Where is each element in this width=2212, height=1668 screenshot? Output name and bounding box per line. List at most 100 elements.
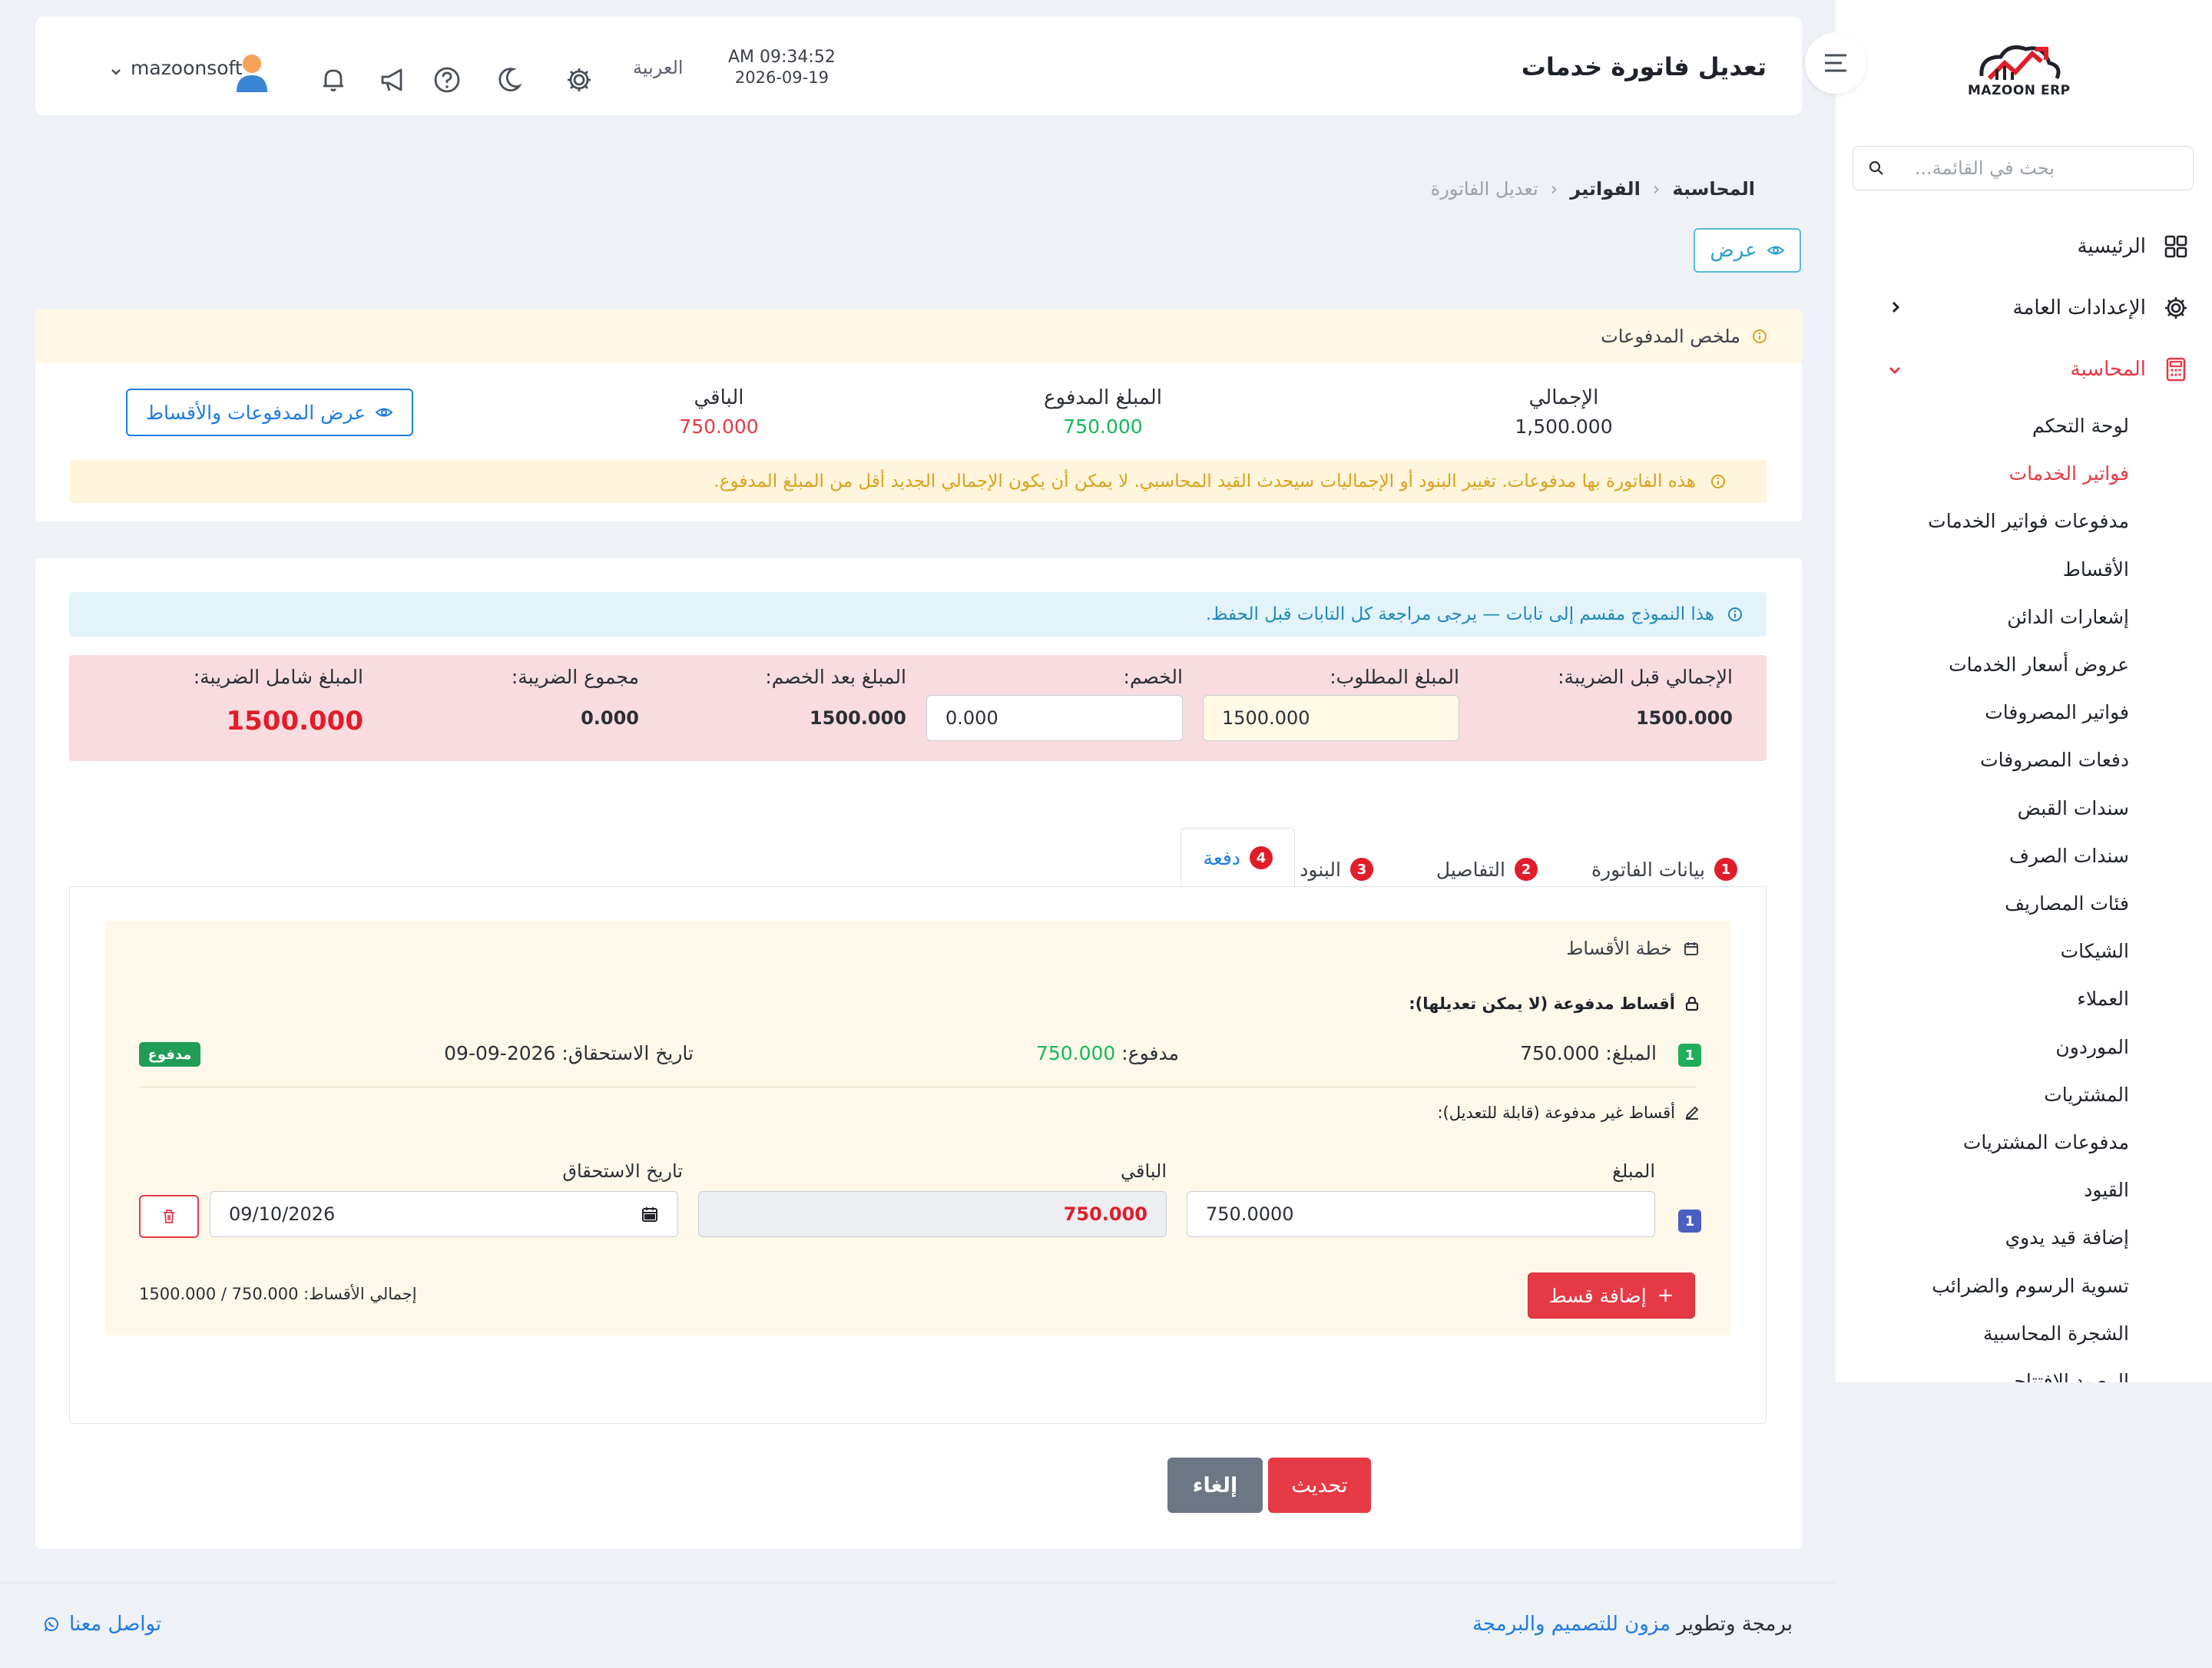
- sidebar-subitem[interactable]: الشجرة المحاسبية: [1983, 1322, 2129, 1345]
- payments-summary-header: ملخص المدفوعات: [35, 309, 1802, 363]
- sidebar-item-home[interactable]: الرئيسية: [2077, 233, 2189, 260]
- language-switch[interactable]: العربية: [633, 57, 684, 78]
- whatsapp-icon: [43, 1616, 60, 1633]
- status-badge: مدفوع: [139, 1042, 200, 1067]
- sidebar-item-label: المحاسبة: [2070, 358, 2146, 381]
- pencil-icon: [1684, 1105, 1700, 1120]
- paid-row-due-value: 2026-09-09: [444, 1042, 556, 1064]
- required-amount-input[interactable]: 1500.000: [1203, 695, 1459, 741]
- add-installment-button[interactable]: + إضافة قسط: [1528, 1273, 1695, 1319]
- grand-total-label: المبلغ شامل الضريبة:: [193, 666, 363, 688]
- credit-prefix: برمجة وتطوير: [1677, 1613, 1793, 1636]
- sidebar-subitem[interactable]: فئات المصاريف: [2005, 892, 2129, 915]
- clock-time: AM 09:34:52: [728, 48, 836, 67]
- paid-row-paid: مدفوع: 750.000: [1036, 1042, 1179, 1064]
- sidebar-subitem[interactable]: الرصيد الافتتاحي: [1998, 1370, 2129, 1382]
- help-icon[interactable]: [432, 65, 462, 95]
- amount-field-label: المبلغ: [1612, 1160, 1655, 1182]
- trash-icon: [161, 1208, 177, 1225]
- logo-text: MAZOON ERP: [1968, 83, 2071, 98]
- sidebar-subitem[interactable]: تسوية الرسوم والضرائب: [1932, 1275, 2129, 1297]
- installment-due-date-input[interactable]: 09/10/2026: [210, 1191, 678, 1237]
- sidebar-toggle-button[interactable]: [1805, 32, 1866, 94]
- paid-installments-title: أقساط مدفوعة (لا يمكن تعديلها):: [1409, 995, 1675, 1013]
- clock-date: 2026-09-19: [734, 68, 829, 87]
- view-button[interactable]: عرض: [1694, 228, 1801, 273]
- sidebar-subitem[interactable]: لوحة التحكم: [2032, 415, 2129, 437]
- app-logo[interactable]: MAZOON ERP: [1966, 34, 2074, 103]
- chevron-down-icon[interactable]: [109, 65, 123, 78]
- eye-icon: [1767, 241, 1785, 260]
- form-info-text: هذا النموذج مقسم إلى تابات — يرجى مراجعة…: [1205, 604, 1714, 624]
- search-placeholder: بحث في القائمة...: [1914, 157, 2055, 179]
- info-icon: [1710, 473, 1727, 490]
- sidebar-item-settings[interactable]: الإعدادات العامة: [2013, 295, 2189, 321]
- credit-link[interactable]: مزون للتصميم والبرمجة: [1472, 1613, 1671, 1636]
- contact-link[interactable]: تواصل معنا: [43, 1613, 161, 1636]
- sidebar-subitem[interactable]: عروض أسعار الخدمات: [1949, 654, 2129, 676]
- sidebar-subitem[interactable]: الشيكات: [2061, 940, 2129, 962]
- sidebar-subitem[interactable]: المشتريات: [2044, 1084, 2129, 1106]
- sidebar-subitem[interactable]: مدفوعات المشتريات: [1963, 1131, 2129, 1153]
- installments-total-value: 750.000 / 1500.000: [139, 1285, 299, 1303]
- grand-total-value: 1500.000: [226, 706, 363, 736]
- tax-value: 0.000: [581, 707, 639, 729]
- search-icon: [1867, 159, 1886, 177]
- sidebar-subitem[interactable]: مدفوعات فواتير الخدمات: [1928, 510, 2129, 532]
- breadcrumb-invoices[interactable]: الفواتير: [1570, 178, 1641, 200]
- installment-plan: خطة الأقساط أقساط مدفوعة (لا يمكن تعديله…: [105, 921, 1730, 1335]
- footer-divider: [0, 1582, 1836, 1584]
- required-amount-label: المبلغ المطلوب:: [1330, 666, 1459, 688]
- tab-payment[interactable]: 4 دفعة: [1181, 828, 1295, 888]
- installments-total: إجمالي الأقساط: 750.000 / 1500.000: [139, 1285, 417, 1303]
- sidebar-subitem[interactable]: فواتير الخدمات: [2009, 462, 2129, 485]
- invoice-form-card: هذا النموذج مقسم إلى تابات — يرجى مراجعة…: [35, 558, 1802, 1549]
- sidebar-subitem[interactable]: إشعارات الدائن: [2007, 606, 2129, 628]
- sidebar-subitem[interactable]: العملاء: [2077, 988, 2129, 1010]
- sidebar-subitem[interactable]: الأقساط: [2063, 558, 2129, 581]
- sidebar-search-input[interactable]: بحث في القائمة...: [1853, 146, 2194, 190]
- tab-badge: 3: [1350, 858, 1373, 881]
- plus-icon: +: [1657, 1284, 1674, 1307]
- gear-icon[interactable]: [564, 65, 594, 95]
- view-button-label: عرض: [1710, 239, 1757, 262]
- bell-icon[interactable]: [318, 65, 349, 95]
- show-payments-button[interactable]: عرض المدفوعات والأقساط: [126, 389, 413, 436]
- update-button[interactable]: تحديث: [1268, 1458, 1371, 1513]
- sidebar-subitem[interactable]: الموردون: [2055, 1036, 2129, 1058]
- username[interactable]: mazoonsoft: [131, 57, 243, 79]
- chevron-left-icon[interactable]: [1886, 298, 1904, 316]
- installment-amount-input[interactable]: 750.0000: [1187, 1191, 1655, 1237]
- sidebar-subitem[interactable]: القيود: [2084, 1179, 2129, 1201]
- paid-row-due-label: تاريخ الاستحقاق:: [561, 1042, 694, 1064]
- chevron-down-icon[interactable]: [1886, 361, 1904, 379]
- sidebar-subitem[interactable]: سندات القبض: [2018, 797, 2129, 819]
- sidebar-subitem[interactable]: دفعات المصروفات: [1980, 749, 2129, 771]
- sidebar-subitem[interactable]: إضافة قيد يدوي: [2005, 1226, 2129, 1249]
- moon-icon[interactable]: [493, 65, 524, 95]
- paid-row-paid-value: 750.000: [1035, 1042, 1116, 1064]
- info-icon: [1727, 606, 1743, 623]
- installment-number: 1: [1678, 1044, 1701, 1067]
- form-info-alert: هذا النموذج مقسم إلى تابات — يرجى مراجعة…: [69, 592, 1767, 637]
- info-icon: [1751, 328, 1768, 345]
- megaphone-icon[interactable]: [378, 65, 409, 95]
- summary-total-value: 1,500.000: [1515, 415, 1613, 438]
- tab-label: البنود: [1300, 858, 1341, 881]
- menu-icon: [1825, 54, 1846, 72]
- cancel-button[interactable]: إلغاء: [1167, 1458, 1263, 1513]
- sidebar-item-accounting[interactable]: المحاسبة: [2071, 356, 2189, 382]
- due-date-value: 09/10/2026: [229, 1203, 336, 1225]
- installment-plan-header: خطة الأقساط: [1566, 938, 1700, 959]
- breadcrumb-accounting[interactable]: المحاسبة: [1672, 178, 1755, 200]
- sidebar-subitem[interactable]: فواتير المصروفات: [1985, 701, 2129, 723]
- tab-label: بيانات الفاتورة: [1591, 858, 1705, 881]
- delete-installment-button[interactable]: [139, 1195, 199, 1238]
- tab-label: دفعة: [1203, 846, 1240, 869]
- calendar-icon[interactable]: [641, 1205, 659, 1223]
- sidebar-subitem[interactable]: سندات الصرف: [2009, 845, 2129, 867]
- discount-input[interactable]: 0.000: [926, 695, 1183, 741]
- breadcrumb-current: تعديل الفاتورة: [1430, 178, 1538, 200]
- installments-total-label: إجمالي الأقساط:: [303, 1285, 417, 1303]
- sidebar-item-label: الإعدادات العامة: [2012, 296, 2146, 319]
